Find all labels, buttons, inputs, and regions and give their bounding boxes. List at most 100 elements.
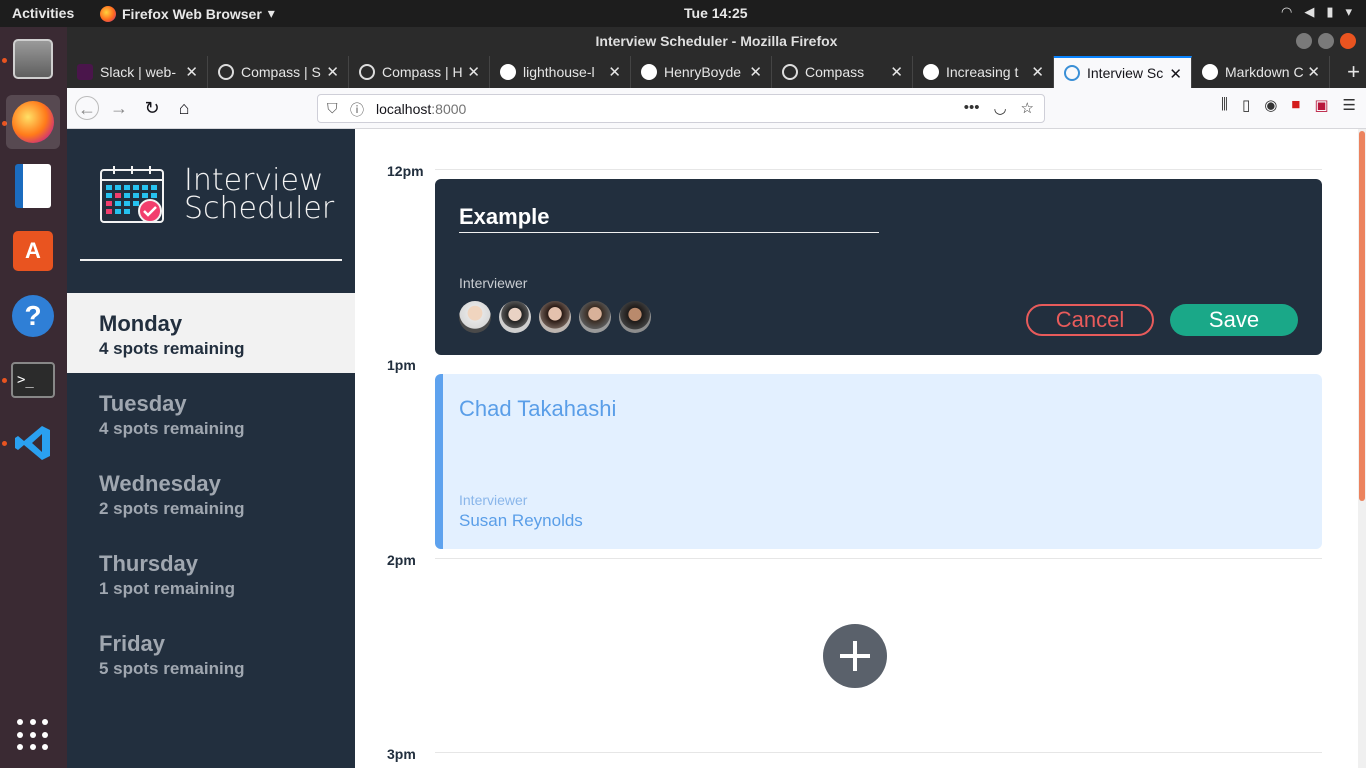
time-label: 1pm: [387, 357, 416, 373]
os-top-bar: Activities Firefox Web Browser ▾ Tue 14:…: [0, 0, 1366, 27]
page-actions-icon[interactable]: •••: [964, 99, 980, 117]
appointment-interviewer: Susan Reynolds: [459, 511, 583, 530]
info-icon[interactable]: ⓘ: [350, 100, 364, 120]
github-icon: [641, 64, 657, 80]
github-icon: [1202, 64, 1218, 80]
dock-firefox[interactable]: [6, 95, 60, 149]
app-menu[interactable]: Firefox Web Browser ▾: [100, 5, 275, 22]
pocket-icon[interactable]: ◡: [993, 99, 1006, 117]
day-name: Tuesday: [99, 391, 187, 416]
show-apps-icon[interactable]: [17, 719, 49, 751]
appointment-interviewer-label: Interviewer: [459, 492, 528, 508]
day-name: Wednesday: [99, 471, 221, 496]
reload-button[interactable]: ↻: [140, 96, 164, 120]
interviewer-avatar[interactable]: [499, 301, 531, 333]
time-label: 12pm: [387, 163, 424, 179]
dock-files[interactable]: [6, 32, 60, 86]
interviewer-avatar[interactable]: [579, 301, 611, 333]
account-icon[interactable]: ◉: [1264, 96, 1277, 114]
minimize-button[interactable]: [1296, 33, 1312, 49]
menu-icon[interactable]: ☰: [1343, 96, 1356, 114]
day-name: Thursday: [99, 551, 199, 576]
dock-software[interactable]: A: [6, 224, 60, 278]
add-appointment-button[interactable]: [823, 624, 887, 688]
tab[interactable]: Increasing t ✕: [913, 56, 1054, 88]
tab[interactable]: Compass | S ✕: [208, 56, 349, 88]
appointment-card[interactable]: Chad Takahashi Interviewer Susan Reynold…: [435, 374, 1322, 549]
close-icon[interactable]: ✕: [185, 63, 198, 81]
interviewer-avatar[interactable]: [539, 301, 571, 333]
app-menu-label: Firefox Web Browser: [122, 5, 262, 22]
close-icon[interactable]: ✕: [467, 63, 480, 81]
window-title-bar: Interview Scheduler - Mozilla Firefox: [67, 27, 1366, 56]
close-icon[interactable]: ✕: [326, 63, 339, 81]
tab[interactable]: lighthouse-l ✕: [490, 56, 631, 88]
day-item-friday[interactable]: Friday 5 spots remaining: [67, 613, 355, 693]
page-scrollbar[interactable]: [1358, 129, 1366, 768]
day-item-wednesday[interactable]: Wednesday 2 spots remaining: [67, 453, 355, 533]
close-icon[interactable]: ✕: [1307, 63, 1320, 81]
day-item-thursday[interactable]: Thursday 1 spot remaining: [67, 533, 355, 613]
activities-button[interactable]: Activities: [12, 5, 74, 21]
sidebar-toggle-icon[interactable]: ▯: [1242, 96, 1250, 114]
dock-terminal[interactable]: >_: [6, 353, 60, 407]
close-icon[interactable]: ✕: [1169, 65, 1182, 83]
github-icon: [923, 64, 939, 80]
close-icon[interactable]: ✕: [749, 63, 762, 81]
app-sidebar: Interview Scheduler Monday 4 spots remai…: [67, 129, 355, 768]
home-button[interactable]: ⌂: [172, 96, 196, 120]
brand-line-2: Scheduler: [184, 191, 335, 226]
time-label: 2pm: [387, 552, 416, 568]
tab[interactable]: HenryBoyde ✕: [631, 56, 772, 88]
extension-icon[interactable]: ▣: [1314, 96, 1328, 114]
scrollbar-thumb[interactable]: [1359, 131, 1365, 501]
tab-label: Slack | web-: [100, 64, 176, 80]
tab-active[interactable]: Interview Sc ✕: [1054, 56, 1192, 88]
dock-vscode[interactable]: [6, 416, 60, 470]
brand-name: Interview Scheduler: [184, 166, 335, 226]
day-spots: 4 spots remaining: [99, 339, 245, 358]
dock-writer[interactable]: [6, 159, 60, 213]
day-name: Friday: [99, 631, 166, 656]
shield-icon[interactable]: ⛉: [327, 100, 338, 117]
tab-label: HenryBoyde: [664, 64, 742, 80]
interviewer-list: [459, 301, 651, 333]
library-icon[interactable]: ⫼: [1221, 96, 1228, 114]
url-host: localhost: [376, 101, 432, 117]
vscode-icon: [13, 423, 53, 463]
back-button[interactable]: ←: [75, 96, 99, 120]
dock-help[interactable]: ?: [6, 289, 60, 343]
tab[interactable]: Compass | H ✕: [349, 56, 490, 88]
volume-icon: ◀: [1304, 4, 1315, 19]
tab-favicon-icon: [782, 64, 798, 80]
tab-label: Compass | H: [382, 64, 463, 80]
cancel-button[interactable]: Cancel: [1026, 304, 1154, 336]
tab-label: lighthouse-l: [523, 64, 595, 80]
close-window-button[interactable]: [1340, 33, 1356, 49]
new-tab-button[interactable]: +: [1347, 59, 1360, 85]
url-bar[interactable]: ⛉ ⓘ localhost:8000 ••• ◡ ☆: [317, 94, 1045, 123]
extension-icon[interactable]: ■: [1291, 96, 1300, 114]
navigation-toolbar: ← → ↻ ⌂ ⛉ ⓘ localhost:8000 ••• ◡ ☆ ⫼ ▯ ◉…: [67, 88, 1366, 129]
tab[interactable]: Compass ✕: [772, 56, 913, 88]
bookmark-star-icon[interactable]: ☆: [1021, 99, 1034, 117]
clock[interactable]: Tue 14:25: [684, 5, 748, 21]
maximize-button[interactable]: [1318, 33, 1334, 49]
firefox-icon: [12, 101, 54, 143]
tab[interactable]: Markdown C ✕: [1192, 56, 1330, 88]
forward-button[interactable]: →: [107, 96, 131, 120]
student-name-input[interactable]: [459, 201, 879, 233]
close-icon[interactable]: ✕: [890, 63, 903, 81]
interviewer-avatar[interactable]: [459, 301, 491, 333]
save-button[interactable]: Save: [1170, 304, 1298, 336]
appointment-student: Chad Takahashi: [459, 396, 617, 421]
interviewer-avatar[interactable]: [619, 301, 651, 333]
tab-label: Compass: [805, 64, 865, 80]
time-label: 3pm: [387, 746, 416, 762]
close-icon[interactable]: ✕: [608, 63, 621, 81]
system-tray[interactable]: ◠ ◀ ▮ ▾: [1281, 4, 1352, 20]
close-icon[interactable]: ✕: [1031, 63, 1044, 81]
tab[interactable]: Slack | web- ✕: [67, 56, 208, 88]
day-item-tuesday[interactable]: Tuesday 4 spots remaining: [67, 373, 355, 453]
day-item-monday[interactable]: Monday 4 spots remaining: [67, 293, 355, 373]
